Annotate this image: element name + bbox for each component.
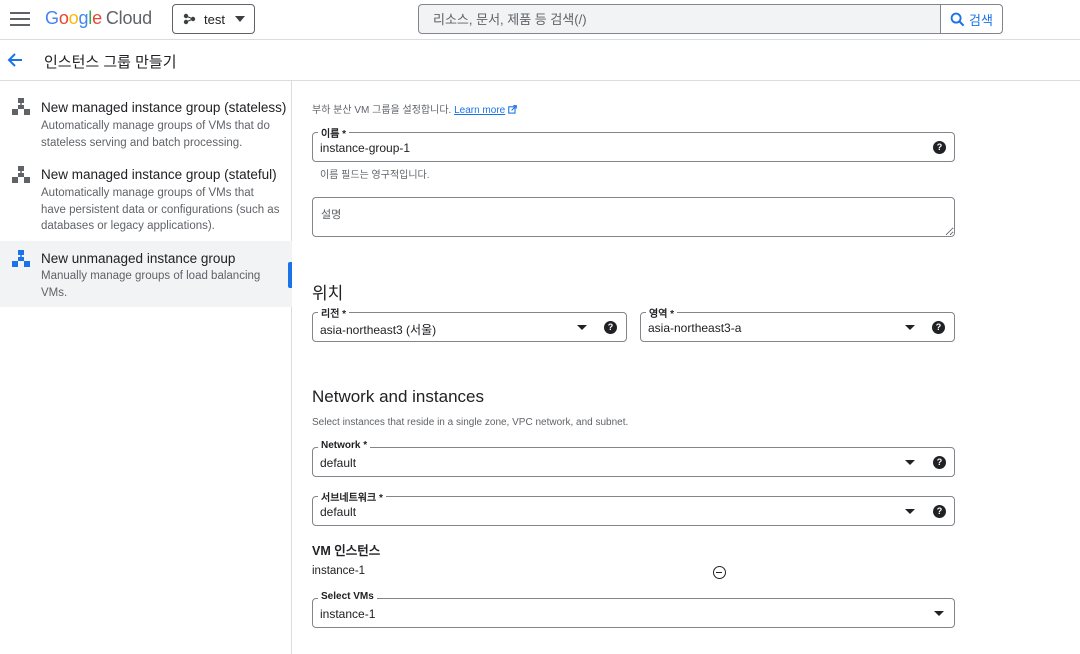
name-field[interactable]: 이름 * instance-group-1 ? (312, 125, 955, 162)
search-bar: 검색 (418, 4, 1003, 34)
chevron-down-icon (234, 16, 245, 22)
top-bar: GoogleCloud test 검색 (0, 0, 1080, 40)
vm-instance-item: instance-1 (312, 565, 366, 577)
select-vms-dropdown[interactable]: Select VMs instance-1 (312, 591, 955, 628)
remove-circle-icon[interactable] (713, 566, 726, 579)
learn-more-link[interactable]: Learn more (454, 105, 505, 116)
option-managed-stateless[interactable]: New managed instance group (stateless) A… (0, 81, 292, 149)
instance-group-icon (12, 98, 30, 115)
help-icon[interactable]: ? (932, 321, 945, 334)
network-description: Select instances that reside in a single… (312, 417, 629, 428)
subnetwork-value: default (320, 505, 357, 519)
search-input[interactable] (419, 5, 940, 33)
region-select[interactable]: 리전 * asia-northeast3 (서울) ? (312, 305, 627, 342)
select-vms-value: instance-1 (320, 607, 376, 621)
title-bar: 인스턴스 그룹 만들기 (0, 40, 1080, 81)
menu-icon[interactable] (9, 8, 31, 30)
logo-cloud-text: Cloud (105, 8, 152, 28)
project-name: test (204, 11, 225, 27)
network-label: Network * (318, 440, 371, 451)
instance-group-icon (12, 250, 30, 267)
zone-select[interactable]: 영역 * asia-northeast3-a ? (640, 305, 955, 342)
name-label: 이름 * (318, 125, 350, 140)
option-description: Manually manage groups of load balancing… (41, 270, 261, 299)
group-type-panel: New managed instance group (stateless) A… (0, 81, 292, 654)
region-label: 리전 * (318, 305, 350, 320)
help-icon[interactable]: ? (933, 505, 946, 518)
zone-value: asia-northeast3-a (648, 321, 742, 335)
google-cloud-logo[interactable]: Google Cloud (45, 8, 152, 29)
option-title: New unmanaged instance group (41, 251, 236, 266)
back-arrow-icon[interactable] (5, 50, 25, 70)
project-selector-button[interactable]: test (172, 4, 255, 34)
network-select[interactable]: Network * default ? (312, 440, 955, 477)
help-icon[interactable]: ? (604, 321, 617, 334)
search-button[interactable]: 검색 (940, 5, 1002, 33)
option-managed-stateful[interactable]: New managed instance group (stateful) Au… (0, 149, 292, 241)
project-icon (183, 13, 196, 25)
network-value: default (320, 456, 357, 470)
form-area: 부하 분산 VM 그룹을 설정합니다. Learn more 이름 * inst… (293, 81, 1080, 654)
subnetwork-label: 서브네트워크 * (318, 489, 386, 504)
selected-indicator (288, 262, 292, 288)
option-description: Automatically manage groups of VMs that … (41, 187, 280, 232)
region-value: asia-northeast3 (서울) (320, 323, 437, 337)
dropdown-arrow-icon (577, 325, 587, 330)
location-heading: 위치 (312, 284, 344, 303)
option-unmanaged[interactable]: New unmanaged instance group Manually ma… (0, 241, 292, 307)
dropdown-arrow-icon (905, 509, 915, 514)
help-icon[interactable]: ? (933, 456, 946, 469)
name-hint: 이름 필드는 영구적입니다. (320, 170, 430, 181)
search-icon (950, 12, 965, 26)
subnetwork-select[interactable]: 서브네트워크 * default ? (312, 489, 955, 526)
instance-group-icon (12, 166, 30, 183)
network-heading: Network and instances (312, 387, 484, 406)
vm-instances-heading: VM 인스턴스 (312, 544, 381, 558)
zone-label: 영역 * (646, 305, 678, 320)
name-value: instance-group-1 (320, 141, 411, 155)
select-vms-label: Select VMs (318, 591, 377, 602)
option-title: New managed instance group (stateless) (41, 100, 287, 115)
option-description: Automatically manage groups of VMs that … (41, 120, 270, 149)
intro-text: 부하 분산 VM 그룹을 설정합니다. Learn more (312, 101, 517, 116)
help-icon[interactable]: ? (933, 141, 946, 154)
search-button-label: 검색 (969, 12, 993, 28)
description-textarea[interactable] (312, 197, 955, 237)
dropdown-arrow-icon (934, 611, 944, 616)
page-title: 인스턴스 그룹 만들기 (44, 54, 177, 71)
dropdown-arrow-icon (905, 460, 915, 465)
dropdown-arrow-icon (905, 325, 915, 330)
option-title: New managed instance group (stateful) (41, 167, 277, 182)
external-link-icon[interactable] (508, 105, 517, 114)
